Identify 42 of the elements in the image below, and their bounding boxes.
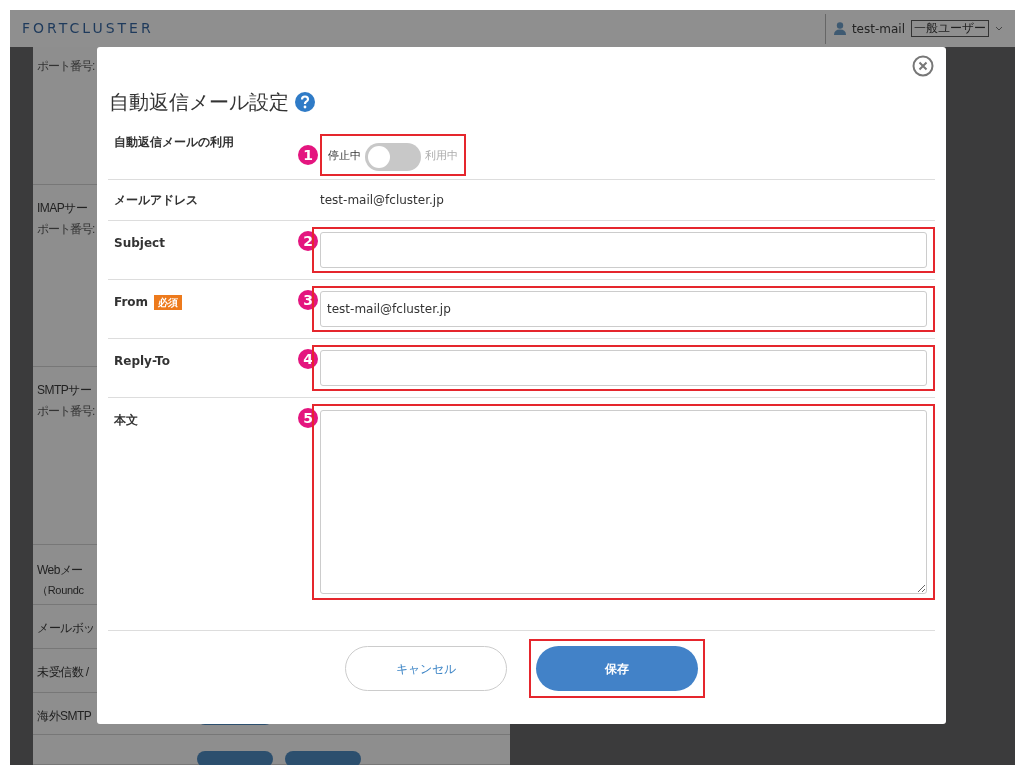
step-number-badge: 1 bbox=[298, 144, 318, 165]
step-number-badge: 3 bbox=[298, 290, 318, 310]
field-label: From bbox=[114, 294, 149, 311]
dialog-title: 自動返信メール設定 bbox=[109, 89, 289, 116]
toggle-on-label: 利用中 bbox=[425, 148, 458, 165]
text-input-field[interactable] bbox=[320, 350, 927, 386]
field-label: Subject bbox=[114, 235, 165, 252]
toggle-off-label: 停止中 bbox=[328, 148, 361, 165]
pill-button[interactable] bbox=[197, 751, 273, 765]
text-input-field[interactable]: test-mail@fcluster.jp bbox=[320, 291, 927, 327]
setting-label: 未受信数 / bbox=[37, 664, 89, 681]
close-icon bbox=[912, 55, 934, 77]
setting-label: メールボッ bbox=[37, 620, 95, 637]
role-badge: 一般ユーザー bbox=[911, 20, 989, 37]
field-label: メールアドレス bbox=[114, 192, 198, 209]
setting-sublabel: ポート番号: bbox=[37, 221, 95, 238]
chevron-down-icon bbox=[995, 26, 1003, 31]
step-number-badge: 4 bbox=[298, 349, 318, 369]
user-name: test-mail bbox=[851, 20, 905, 38]
help-icon[interactable] bbox=[295, 92, 315, 112]
save-button[interactable]: 保存 bbox=[536, 646, 698, 691]
text-input-field[interactable] bbox=[320, 232, 927, 268]
pill-button[interactable] bbox=[285, 751, 361, 765]
close-button[interactable] bbox=[912, 55, 934, 77]
setting-sublabel: ポート番号: bbox=[37, 403, 95, 420]
step-number-badge: 2 bbox=[298, 231, 318, 251]
field-label: 本文 bbox=[114, 412, 138, 429]
field-label: 自動返信メールの利用 bbox=[114, 134, 234, 151]
email-address: test-mail@fcluster.jp bbox=[319, 192, 444, 209]
setting-label: IMAPサー bbox=[37, 200, 88, 217]
setting-sublabel: ポート番号: bbox=[37, 58, 95, 75]
cancel-button[interactable]: キャンセル bbox=[345, 646, 507, 691]
setting-sublabel: （Roundc bbox=[37, 583, 84, 598]
step-number-badge: 5 bbox=[298, 408, 318, 428]
user-icon bbox=[833, 22, 846, 35]
logo: FORTCLUSTER bbox=[22, 19, 154, 38]
field-label: Reply-To bbox=[114, 353, 170, 370]
setting-label: Webメー bbox=[37, 562, 83, 579]
required-badge: 必須 bbox=[154, 294, 183, 310]
setting-label: SMTPサー bbox=[37, 382, 92, 399]
setting-label: 海外SMTP bbox=[37, 708, 92, 725]
toggle-switch[interactable] bbox=[365, 142, 421, 171]
